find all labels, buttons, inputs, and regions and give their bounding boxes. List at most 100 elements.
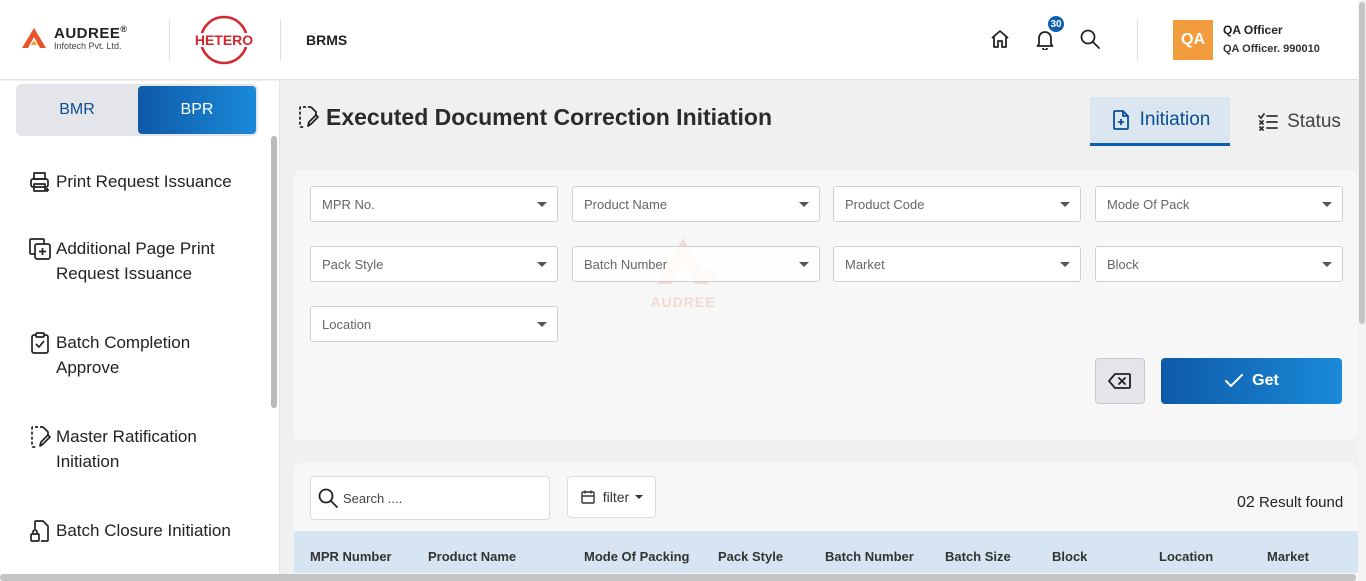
search-icon [1080, 29, 1100, 49]
get-button[interactable]: Get [1161, 358, 1342, 404]
header-divider [1137, 20, 1138, 60]
tab-initiation[interactable]: Initiation [1090, 97, 1230, 146]
select-placeholder: Batch Number [584, 256, 668, 272]
sidebar-item-label: Batch Completion [56, 333, 191, 352]
tab-label: Status [1287, 110, 1341, 132]
caret-down-icon [1060, 262, 1070, 267]
edit-document-icon [31, 426, 51, 448]
document-add-icon [1112, 110, 1129, 130]
caret-down-icon [537, 322, 547, 327]
page-title: Executed Document Correction Initiation [326, 104, 772, 130]
hetero-logo: HETERO [193, 15, 255, 65]
location-select[interactable]: Location [310, 306, 558, 342]
search-icon [318, 488, 338, 508]
select-placeholder: MPR No. [322, 196, 375, 212]
column-header-batch-size[interactable]: Batch Size [945, 549, 1011, 564]
product-code-select[interactable]: Product Code [833, 186, 1081, 222]
sidebar-item-label: Additional Page Print [56, 239, 215, 258]
column-header-product-name[interactable]: Product Name [428, 549, 516, 564]
select-placeholder: Market [845, 256, 885, 272]
notification-badge: 30 [1046, 14, 1066, 34]
filter-dropdown-button[interactable]: filter [567, 476, 656, 518]
sidebar-item-label: Master Ratification [56, 427, 197, 446]
header-search-button[interactable] [1077, 26, 1103, 52]
column-header-batch-number[interactable]: Batch Number [825, 549, 914, 564]
result-count-label: Result found [1258, 494, 1344, 511]
company-trademark: ® [120, 24, 128, 34]
sidebar-item-master-ratification-initiation[interactable]: Master Ratification Initiation [28, 425, 197, 475]
sidebar-item-batch-completion-approve[interactable]: Batch Completion Approve [28, 331, 190, 381]
clipboard-check-icon [31, 332, 49, 354]
sidebar-item-batch-closure-initiation[interactable]: Batch Closure Initiation [28, 519, 231, 544]
column-header-block[interactable]: Block [1052, 549, 1087, 564]
company-subtitle: Infotech Pvt. Ltd. [54, 41, 122, 51]
mpr-no-select[interactable]: MPR No. [310, 186, 558, 222]
caret-down-icon [537, 202, 547, 207]
calendar-icon [581, 490, 595, 504]
home-button[interactable] [987, 26, 1013, 52]
caret-down-icon [799, 202, 809, 207]
result-count: 02 Result found [1237, 494, 1343, 512]
caret-down-icon [537, 262, 547, 267]
user-avatar[interactable]: QA [1173, 20, 1213, 60]
horizontal-scrollbar[interactable] [0, 574, 1356, 581]
search-input[interactable] [343, 490, 533, 506]
sidebar-item-label: Approve [56, 358, 120, 377]
audree-logo[interactable]: AUDREE® Infotech Pvt. Ltd. [20, 24, 127, 52]
header-divider [280, 20, 281, 60]
block-select[interactable]: Block [1095, 246, 1343, 282]
caret-down-icon [635, 495, 644, 499]
check-icon [1225, 374, 1244, 387]
select-placeholder: Location [322, 316, 372, 332]
get-button-label: Get [1252, 372, 1279, 389]
column-header-market[interactable]: Market [1267, 549, 1309, 564]
document-lock-icon [30, 520, 49, 542]
select-placeholder: Pack Style [322, 256, 384, 272]
clear-filters-button[interactable] [1095, 358, 1145, 404]
header-divider [169, 20, 170, 60]
tab-status[interactable]: Status [1244, 97, 1354, 146]
watermark-text: AUDREE [650, 294, 716, 310]
add-page-icon [29, 238, 51, 260]
select-placeholder: Product Code [845, 196, 925, 212]
user-id: QA Officer. 990010 [1223, 43, 1320, 55]
column-header-mpr-number[interactable]: MPR Number [310, 549, 392, 564]
edit-document-icon [299, 106, 319, 128]
mode-of-pack-select[interactable]: Mode Of Pack [1095, 186, 1343, 222]
page-scrollbar[interactable] [1359, 2, 1365, 324]
printer-icon [30, 172, 49, 192]
bpr-toggle-button[interactable]: BPR [138, 86, 256, 134]
pack-style-select[interactable]: Pack Style [310, 246, 558, 282]
batch-number-select[interactable]: Batch Number [572, 246, 820, 282]
column-header-mode-of-packing[interactable]: Mode Of Packing [584, 549, 689, 564]
sidebar-item-label: Batch Closure Initiation [56, 521, 231, 540]
app-header: AUDREE® Infotech Pvt. Ltd. HETERO BRMS 3… [0, 0, 1366, 80]
user-role: QA Officer [1223, 23, 1283, 37]
result-count-number: 02 [1237, 494, 1255, 511]
column-header-pack-style[interactable]: Pack Style [718, 549, 783, 564]
backspace-icon [1108, 373, 1131, 389]
tab-label: Initiation [1139, 109, 1211, 130]
caret-down-icon [1060, 202, 1070, 207]
home-icon [991, 30, 1009, 48]
product-name-select[interactable]: Product Name [572, 186, 820, 222]
hetero-logo-text: HETERO [195, 32, 253, 48]
sidebar: BMR BPR Print Request Issuance Additiona… [0, 81, 280, 581]
sidebar-item-label: Print Request Issuance [56, 172, 232, 191]
select-placeholder: Block [1107, 256, 1139, 272]
select-placeholder: Mode Of Pack [1107, 196, 1190, 212]
table-header: MPR Number Product Name Mode Of Packing … [294, 531, 1358, 573]
record-type-toggle: BMR BPR [16, 84, 258, 136]
audree-logo-icon [22, 28, 46, 48]
sidebar-item-label: Request Issuance [56, 264, 193, 283]
column-header-location[interactable]: Location [1159, 549, 1213, 564]
caret-down-icon [1322, 202, 1332, 207]
table-search[interactable] [310, 476, 550, 520]
sidebar-scrollbar[interactable] [271, 136, 277, 408]
market-select[interactable]: Market [833, 246, 1081, 282]
sidebar-item-print-request-issuance[interactable]: Print Request Issuance [28, 170, 232, 195]
bmr-toggle-button[interactable]: BMR [18, 86, 136, 134]
checklist-icon [1258, 112, 1278, 131]
sidebar-item-additional-page-print[interactable]: Additional Page Print Request Issuance [28, 237, 215, 287]
filter-label: filter [602, 489, 630, 505]
